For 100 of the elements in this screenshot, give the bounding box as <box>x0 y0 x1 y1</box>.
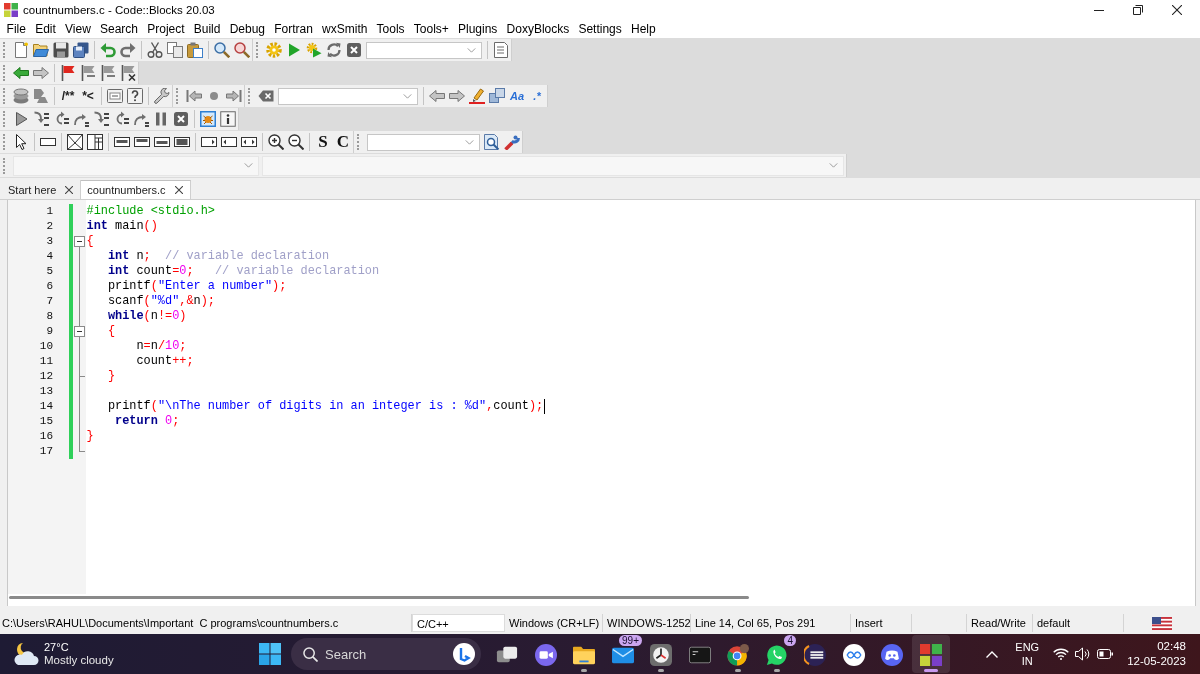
arrow-bar-left-icon[interactable] <box>186 88 202 104</box>
clipboard-icon[interactable] <box>187 42 203 58</box>
close-icon[interactable] <box>65 185 74 194</box>
close-icon[interactable] <box>1172 5 1182 15</box>
inline-comment-button[interactable]: *< <box>78 86 98 106</box>
toolbar-grip[interactable] <box>3 42 6 58</box>
menu-item[interactable]: View <box>60 22 96 36</box>
back-arrow-icon[interactable] <box>13 67 29 79</box>
bug-window-icon[interactable] <box>200 111 216 127</box>
cross-square-icon[interactable] <box>346 42 362 58</box>
document-lines-icon[interactable] <box>493 42 509 58</box>
angular-shape-icon[interactable] <box>33 88 49 104</box>
menu-item[interactable]: Build <box>189 22 226 36</box>
toolbar-grip[interactable] <box>176 88 179 104</box>
menu-item[interactable]: Debug <box>225 22 270 36</box>
circular-arrows-icon[interactable] <box>326 42 342 58</box>
menu-item[interactable]: Plugins <box>453 22 502 36</box>
toolbar-grip[interactable] <box>3 134 6 150</box>
gear-play-icon[interactable] <box>306 42 322 58</box>
arrow-box-icon[interactable] <box>201 137 217 147</box>
video-chat-icon[interactable] <box>534 644 557 666</box>
menu-item[interactable]: Tools <box>372 22 410 36</box>
menu-item[interactable]: Settings <box>573 22 627 36</box>
step-arrow-icon[interactable] <box>93 111 109 127</box>
magnifier-icon[interactable] <box>234 42 250 58</box>
grid-box-icon[interactable] <box>87 134 103 150</box>
bar-box-icon[interactable] <box>134 137 150 147</box>
wifi-icon[interactable] <box>1053 648 1070 660</box>
menu-item[interactable]: Project <box>142 22 190 36</box>
info-window-icon[interactable] <box>220 111 236 127</box>
arrow-bar-right-icon[interactable] <box>226 88 242 104</box>
browser-icon[interactable] <box>727 644 750 666</box>
flag-cross-icon[interactable] <box>120 65 136 81</box>
bar-box-icon[interactable] <box>114 137 130 147</box>
moon-cloud-icon[interactable] <box>13 643 39 665</box>
speaker-icon[interactable] <box>1075 647 1092 661</box>
battery-icon[interactable] <box>1097 649 1114 659</box>
scissors-icon[interactable] <box>147 42 163 58</box>
doc-comment-button[interactable]: /** <box>58 86 78 106</box>
pause-icon[interactable] <box>153 111 169 127</box>
restore-icon[interactable] <box>1133 5 1143 15</box>
new-file-icon[interactable] <box>13 42 29 58</box>
toolbar-grip[interactable] <box>3 88 6 104</box>
highlighter-icon[interactable] <box>469 88 485 104</box>
toolbar-grip[interactable] <box>256 42 259 58</box>
fold-toggle-icon[interactable] <box>74 324 85 339</box>
scrollbar-thumb[interactable] <box>9 596 749 599</box>
colored-blocks-icon[interactable] <box>919 644 942 666</box>
flag-icon[interactable] <box>100 65 116 81</box>
open-folder-icon[interactable] <box>33 42 49 58</box>
magnifier-page-icon[interactable] <box>484 134 500 150</box>
menu-item[interactable]: Help <box>626 22 661 36</box>
forward-arrow-icon[interactable] <box>449 90 465 102</box>
play-icon[interactable] <box>286 42 302 58</box>
menu-item[interactable]: Edit <box>30 22 61 36</box>
search-icon[interactable] <box>214 42 230 58</box>
menu-item[interactable]: Search <box>95 22 143 36</box>
crossed-box-icon[interactable] <box>67 134 83 150</box>
bar-box-icon[interactable] <box>174 137 190 147</box>
toolbar-grip[interactable] <box>357 134 360 150</box>
editor-tab[interactable]: countnumbers.c <box>81 180 191 199</box>
stacked-squares-icon[interactable] <box>489 88 505 104</box>
menu-item[interactable]: wxSmith <box>317 22 372 36</box>
help-box-icon[interactable] <box>127 88 143 104</box>
wrench-icon[interactable] <box>504 134 520 150</box>
striped-circle-icon[interactable] <box>804 644 827 666</box>
letter-tool-button[interactable]: C <box>333 132 353 152</box>
forward-arrow-icon[interactable] <box>33 67 49 79</box>
toolbar-grip[interactable] <box>248 88 251 104</box>
zoom-out-icon[interactable] <box>288 134 304 150</box>
fold-toggle-icon[interactable] <box>74 234 85 249</box>
tag-cross-icon[interactable] <box>258 90 274 102</box>
letter-tool-button[interactable]: S <box>313 132 333 152</box>
pointer-icon[interactable] <box>13 134 29 150</box>
toolbar-grip[interactable] <box>3 65 6 81</box>
floppy-disks-icon[interactable] <box>73 42 89 58</box>
arrow-box-icon[interactable] <box>241 137 257 147</box>
clock[interactable]: 02:48 12-05-2023 <box>1127 639 1186 669</box>
menu-item[interactable]: DoxyBlocks <box>501 22 574 36</box>
redo-icon[interactable] <box>120 42 136 58</box>
back-arrow-icon[interactable] <box>429 90 445 102</box>
copy-icon[interactable] <box>167 42 183 58</box>
flag-icon[interactable] <box>60 65 76 81</box>
step-arrow-icon[interactable] <box>73 111 89 127</box>
disk-stack-icon[interactable] <box>13 88 29 104</box>
flag-icon[interactable] <box>80 65 96 81</box>
step-arrow-icon[interactable] <box>33 111 49 127</box>
undo-icon[interactable] <box>100 42 116 58</box>
bar-box-icon[interactable] <box>154 137 170 147</box>
menu-item[interactable]: Fortran <box>269 22 318 36</box>
arrow-box-icon[interactable] <box>221 137 237 147</box>
folder-icon[interactable] <box>573 644 596 666</box>
wave-circle-icon[interactable] <box>842 644 865 666</box>
match-case-button[interactable]: Aa <box>507 86 527 106</box>
menu-item[interactable]: File <box>2 22 31 36</box>
phone-bubble-icon[interactable] <box>765 644 788 666</box>
language-indicator[interactable]: ENG IN <box>1015 640 1040 668</box>
play-icon[interactable] <box>13 111 29 127</box>
regex-button[interactable]: .* <box>527 86 547 106</box>
chevron-up-icon[interactable] <box>986 650 999 658</box>
